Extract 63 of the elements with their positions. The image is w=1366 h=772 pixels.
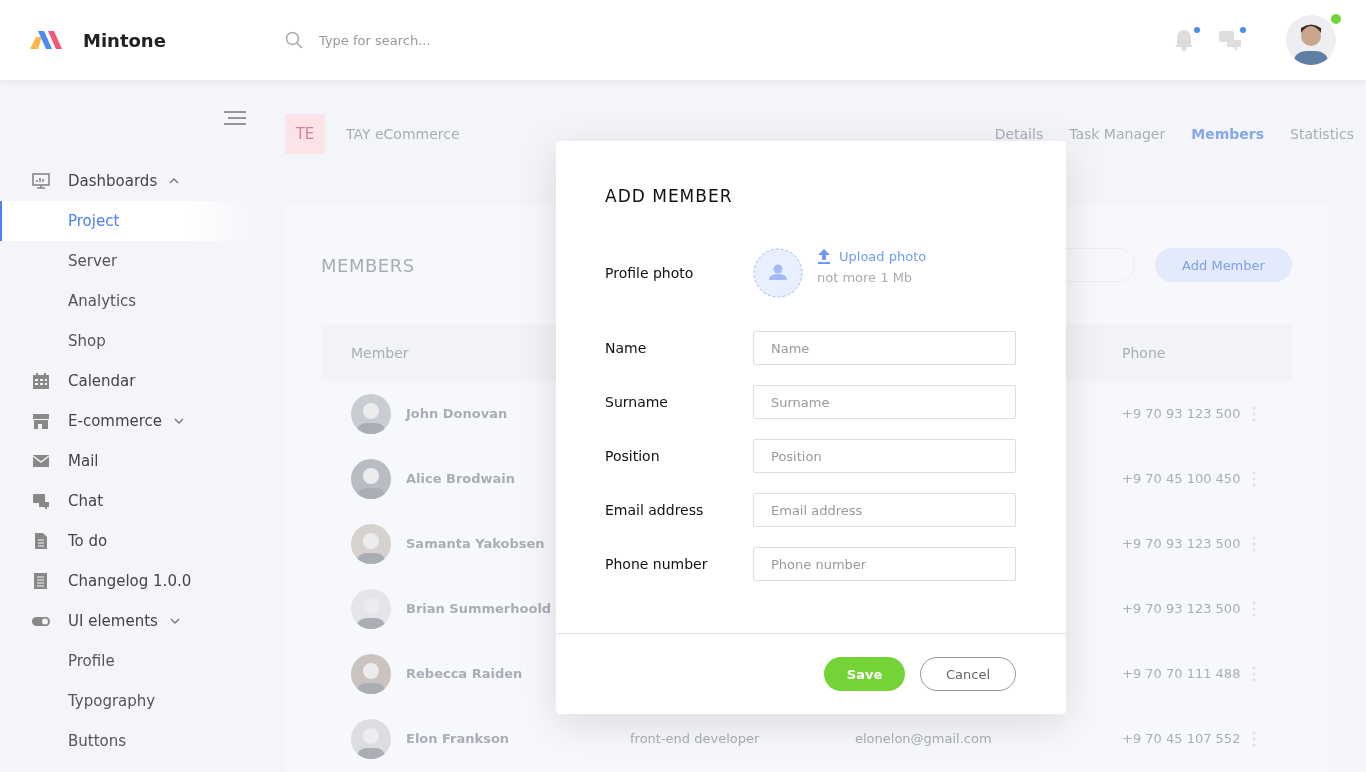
input-field[interactable]: Phone number [753, 547, 1016, 581]
upload-icon [817, 249, 831, 264]
cancel-button[interactable]: Cancel [920, 657, 1016, 691]
member-email: elonelon@gmail.com [855, 731, 992, 746]
member-phone: +9 70 93 123 500 [1122, 601, 1241, 616]
sidebar-subitem[interactable]: Server [0, 241, 262, 281]
sidebar-subitem[interactable]: Typography [0, 681, 262, 721]
member-phone: +9 70 45 100 450 [1122, 471, 1241, 486]
member-name: Samanta Yakobsen [406, 536, 545, 551]
member-name: Brian Summerhoold [406, 601, 552, 616]
chat-icon [32, 492, 50, 510]
column-header: Phone [1122, 344, 1166, 361]
field-label: Position [605, 448, 661, 464]
sidebar-item[interactable]: Chat [0, 481, 262, 521]
app-name: Mintone [83, 29, 166, 51]
sidebar-item[interactable]: Dashboards [0, 161, 262, 201]
field-label: Email address [605, 502, 705, 518]
search-field[interactable]: Type for search... [317, 31, 621, 49]
member-name: John Donovan [406, 406, 508, 421]
column-header: Member [351, 344, 409, 361]
sidebar-item[interactable]: Mail [0, 441, 262, 481]
project-badge: TE [285, 114, 325, 154]
input-field[interactable]: Surname [753, 385, 1016, 419]
photo-placeholder-icon[interactable] [753, 248, 803, 298]
member-name: Rebecca Raiden [406, 666, 523, 681]
field-label: Phone number [605, 556, 709, 572]
input-field[interactable]: Name [753, 331, 1016, 365]
field-label: Surname [605, 394, 669, 410]
member-name: Elon Frankson [406, 731, 510, 746]
mail-icon [32, 452, 50, 470]
field-label: Profile photo [605, 265, 695, 281]
list-icon [32, 572, 50, 590]
member-name: Alice Brodwain [406, 471, 516, 486]
member-position: front-end developer [630, 731, 760, 746]
sidebar-subitem[interactable]: Analytics [0, 281, 262, 321]
sidebar-item[interactable]: To do [0, 521, 262, 561]
menu-icon[interactable] [224, 111, 246, 125]
sidebar-item[interactable]: E-commerce [0, 401, 262, 441]
bell-icon[interactable] [1172, 28, 1196, 52]
sidebar-item[interactable]: Calendar [0, 361, 262, 401]
input-field[interactable]: Position [753, 439, 1016, 473]
user-avatar[interactable] [1286, 15, 1336, 65]
member-phone: +9 70 93 123 500 [1122, 406, 1241, 421]
member-phone: +9 70 93 123 500 [1122, 536, 1241, 551]
upload-hint: not more 1 Mb [817, 270, 914, 285]
sidebar-subitem[interactable]: Buttons [0, 721, 262, 761]
field-label: Name [605, 340, 648, 356]
sidebar-item[interactable]: UI elements [0, 601, 262, 641]
input-field[interactable]: Email address [753, 493, 1016, 527]
sidebar-subitem[interactable]: Profile [0, 641, 262, 681]
monitor-icon [32, 172, 50, 190]
member-phone: +9 70 45 107 552 [1122, 731, 1241, 746]
project-name: TAY eCommerce [346, 126, 461, 142]
member-phone: +9 70 70 111 488 [1122, 666, 1241, 681]
sidebar-item[interactable]: Changelog 1.0.0 [0, 561, 262, 601]
dialog-title: ADD MEMBER [605, 186, 734, 206]
chat-icon[interactable] [1218, 28, 1242, 52]
sidebar-subitem[interactable]: Shop [0, 321, 262, 361]
calendar-icon [32, 372, 50, 390]
card-title: MEMBERS [321, 254, 415, 276]
store-icon [32, 412, 50, 430]
search-icon [285, 31, 303, 49]
doc-icon [32, 532, 50, 550]
